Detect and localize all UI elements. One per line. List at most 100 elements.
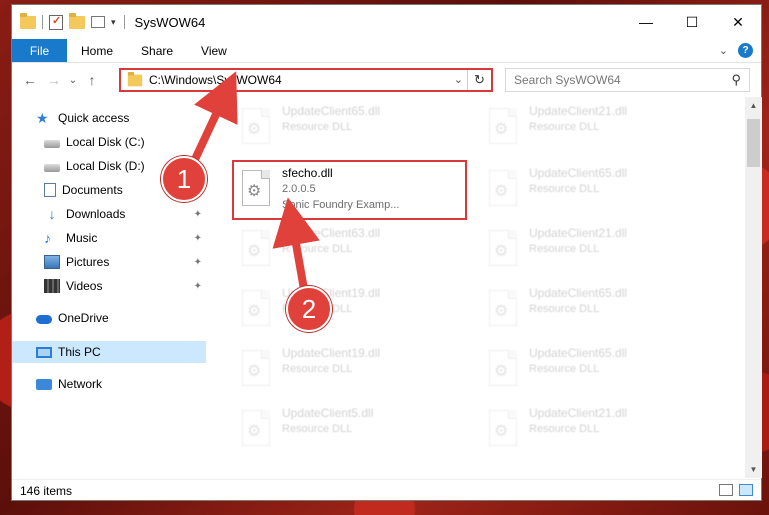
tab-view[interactable]: View [187, 39, 241, 62]
sidebar-item-pictures[interactable]: Pictures ✦ [12, 251, 206, 273]
up-button[interactable]: ↑ [80, 68, 104, 92]
file-tile[interactable]: UpdateClient21.dll Resource DLL [479, 221, 714, 279]
dll-file-icon [242, 230, 270, 266]
file-type: Resource DLL [529, 121, 600, 133]
pin-icon[interactable]: ✦ [194, 209, 202, 220]
file-tile[interactable]: UpdateClient19.dll Resource DLL [232, 281, 467, 339]
file-tile[interactable]: UpdateClient63.dll Resource DLL [232, 221, 467, 279]
file-name: UpdateClient21.dll [529, 406, 628, 420]
sidebar-item-this-pc[interactable]: This PC [12, 341, 206, 363]
sidebar-item-music[interactable]: ♪ Music ✦ [12, 227, 206, 249]
address-path[interactable]: C:\Windows\SysWOW64 [149, 73, 282, 87]
folder-icon [20, 12, 36, 29]
file-tile[interactable]: UpdateClient5.dll Resource DLL [232, 401, 467, 459]
tiles-view-icon[interactable] [739, 484, 753, 496]
file-tile[interactable]: UpdateClient65.dll Resource DLL [479, 161, 714, 219]
search-placeholder[interactable]: Search SysWOW64 [514, 73, 621, 87]
search-icon[interactable]: ⚲ [731, 72, 741, 88]
sidebar-item-downloads[interactable]: ↓ Downloads ✦ [12, 203, 206, 225]
file-tile[interactable]: UpdateClient19.dll Resource DLL [232, 341, 467, 399]
toolbar-divider [42, 15, 43, 29]
pin-icon[interactable]: ✦ [194, 281, 202, 292]
sidebar-item-network[interactable]: Network [12, 373, 206, 395]
sidebar-item-label: Network [58, 377, 103, 391]
file-name: UpdateClient63.dll [282, 226, 381, 240]
file-name: UpdateClient21.dll [529, 104, 628, 118]
sidebar-item-label: Local Disk (C:) [66, 135, 145, 149]
file-tile[interactable]: UpdateClient21.dll Resource DLL [479, 99, 714, 157]
dll-file-icon [242, 290, 270, 326]
close-button[interactable]: ✕ [715, 5, 761, 39]
sidebar-item-quick-access[interactable]: ★ Quick access [12, 107, 206, 129]
file-list: UpdateClient65.dll Resource DLL sfecho.d… [207, 97, 745, 478]
sidebar-item-label: Quick access [58, 111, 130, 125]
file-type: Resource DLL [282, 363, 353, 375]
forward-button[interactable]: → [42, 68, 66, 92]
file-tile[interactable]: UpdateClient65.dll Resource DLL [479, 281, 714, 339]
new-folder-icon[interactable] [69, 12, 85, 29]
dll-file-icon [489, 108, 517, 144]
pc-icon [36, 346, 52, 358]
refresh-button[interactable]: ↻ [467, 70, 491, 90]
pin-icon[interactable]: ✦ [194, 233, 202, 244]
back-button[interactable]: ← [18, 68, 42, 92]
dll-file-icon [489, 350, 517, 386]
properties-icon[interactable] [49, 14, 63, 30]
address-dropdown-icon[interactable]: ⌄ [454, 73, 463, 86]
dll-file-icon [489, 170, 517, 206]
window-title: SysWOW64 [134, 14, 206, 30]
file-name: UpdateClient65.dll [282, 104, 381, 118]
sidebar-item-label: Music [66, 231, 98, 245]
ribbon-right-controls: ⌄ ? [719, 43, 753, 58]
sidebar-item-onedrive[interactable]: OneDrive [12, 307, 206, 329]
title-divider [123, 15, 125, 29]
tab-file[interactable]: File [12, 39, 67, 62]
details-view-icon[interactable] [719, 484, 733, 496]
file-name: UpdateClient65.dll [529, 346, 628, 360]
sidebar-item-label: Downloads [66, 207, 126, 221]
navigation-bar: ← → ⌄ ↑ C:\Windows\SysWOW64 ⌄ ↻ Search S… [12, 64, 761, 96]
toolbar-dropdown-icon[interactable]: ▾ [111, 17, 116, 28]
address-bar[interactable]: C:\Windows\SysWOW64 ⌄ ↻ [119, 68, 493, 92]
dll-file-icon [242, 410, 270, 446]
sidebar-item-videos[interactable]: Videos ✦ [12, 275, 206, 297]
pin-icon[interactable]: ✦ [194, 257, 202, 268]
ribbon-tabs: File Home Share View ⌄ ? [12, 39, 761, 63]
sidebar-item-label: Pictures [66, 255, 110, 269]
documents-icon [44, 183, 56, 197]
disk-icon [44, 163, 60, 172]
step-badge-1: 1 [161, 156, 207, 202]
status-bar: 146 items [12, 479, 761, 501]
sidebar-item-label: This PC [58, 345, 101, 359]
expand-ribbon-icon[interactable]: ⌄ [719, 44, 728, 57]
explorer-window: ▾ SysWOW64 — ☐ ✕ File Home Share View ⌄ … [11, 4, 762, 501]
onedrive-icon [36, 315, 52, 324]
title-bar: ▾ SysWOW64 — ☐ ✕ [12, 5, 761, 39]
scroll-up-icon[interactable]: ▲ [745, 97, 762, 114]
downloads-icon: ↓ [48, 206, 56, 222]
file-type: Resource DLL [282, 243, 353, 255]
file-tile[interactable]: UpdateClient65.dll Resource DLL [479, 341, 714, 399]
minimize-button[interactable]: — [623, 5, 669, 39]
file-tile[interactable]: UpdateClient65.dll Resource DLL [232, 99, 467, 157]
search-box[interactable]: Search SysWOW64 ⚲ [505, 68, 750, 92]
dll-file-icon [489, 230, 517, 266]
file-type: Resource DLL [282, 121, 353, 133]
help-icon[interactable]: ? [738, 43, 753, 58]
vertical-scrollbar[interactable]: ▲ ▼ [745, 97, 762, 478]
file-highlight-box [232, 160, 467, 220]
file-type: Resource DLL [529, 303, 600, 315]
pictures-icon [44, 255, 60, 269]
view-switcher [719, 484, 753, 496]
sidebar-item-local-disk-c[interactable]: Local Disk (C:) [12, 131, 206, 153]
tab-share[interactable]: Share [127, 39, 187, 62]
scroll-thumb[interactable] [747, 119, 760, 167]
recent-locations-button[interactable]: ⌄ [66, 68, 80, 92]
scroll-down-icon[interactable]: ▼ [745, 461, 762, 478]
maximize-button[interactable]: ☐ [669, 5, 715, 39]
file-tile[interactable]: UpdateClient21.dll Resource DLL [479, 401, 714, 459]
tab-home[interactable]: Home [67, 39, 127, 62]
sidebar-item-label: Local Disk (D:) [66, 159, 145, 173]
customize-toolbar-icon[interactable] [91, 16, 105, 28]
address-folder-icon [127, 71, 143, 86]
